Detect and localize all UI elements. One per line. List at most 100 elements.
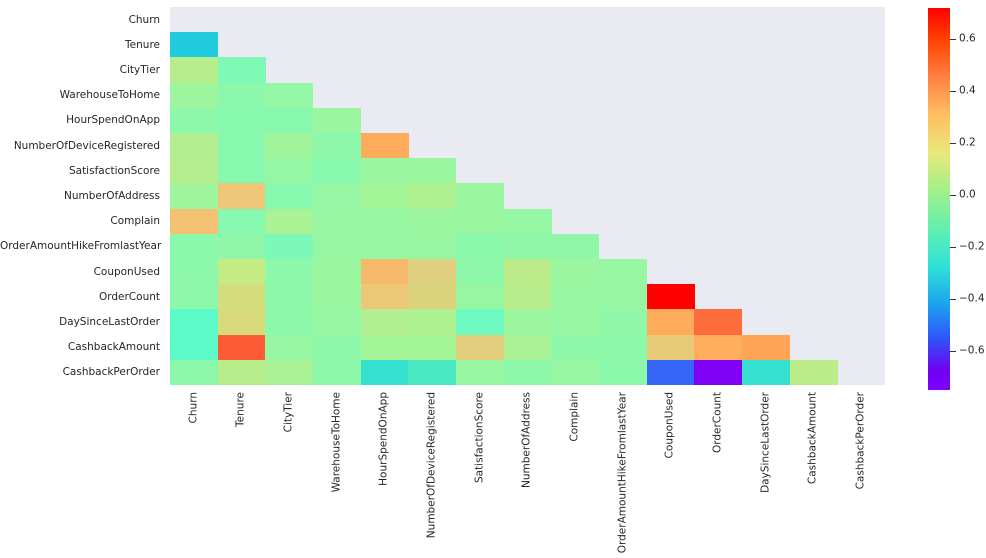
x-axis-tick-label-wrap: NumberOfDeviceRegistered [408,388,456,548]
x-axis-tick-label: CityTier [282,392,295,433]
x-axis-tick-label: SatisfactionScore [473,392,486,484]
heatmap-cell [551,284,600,310]
y-axis-tick-label: CityTier [119,64,160,76]
heatmap-plot-area [170,7,885,386]
heatmap-cell [646,359,695,386]
colorbar-tick-mark [950,247,956,249]
heatmap-cell [408,309,457,336]
heatmap-cell [599,309,648,336]
heatmap-cell [408,183,457,210]
colorbar-gradient [928,8,950,390]
y-axis-tick-label: CouponUsed [93,265,160,278]
y-axis-tick-label: OrderCount [98,290,160,303]
x-axis-tick-label-wrap: CashbackPerOrder [837,388,885,548]
heatmap-cell [313,309,362,336]
heatmap-cell [170,359,219,386]
heatmap-cell [170,82,219,109]
heatmap-cell [360,183,409,210]
heatmap-cell [217,208,266,235]
x-axis-tick-label: OrderAmountHikeFromlastYear [616,392,629,554]
x-axis-tick-label-wrap: OrderCount [694,388,742,548]
colorbar-tick-mark [950,299,956,301]
heatmap-cell [456,334,505,361]
heatmap-cell [217,133,266,159]
x-axis-tick-label: OrderCount [711,392,724,454]
heatmap-cell [646,334,695,361]
heatmap-cell [170,233,219,260]
heatmap-cell [170,107,219,134]
colorbar-tick-mark [950,195,956,197]
y-axis-tick-label: Complain [110,215,160,228]
heatmap-cell [265,259,314,285]
heatmap-cell [313,183,362,210]
x-axis-tick-label: CashbackAmount [806,392,819,485]
heatmap-cell [217,259,266,285]
heatmap-cell [170,259,219,285]
heatmap-cell [265,107,314,134]
x-axis-tick-label-wrap: CouponUsed [647,388,695,548]
heatmap-cell [408,233,457,260]
heatmap-figure: Churn Tenure CityTier WarehouseToHome HourSp… [0,0,986,558]
heatmap-cell [503,208,552,235]
heatmap-cell [503,334,552,361]
heatmap-cell [217,233,266,260]
heatmap-cell [551,233,600,260]
y-axis-tick-label: DaySinceLastOrder [59,316,160,328]
heatmap-cell [170,32,219,58]
heatmap-cell [408,359,457,386]
heatmap-cell [217,82,266,109]
heatmap-cell [360,334,409,361]
heatmap-cell [217,359,266,386]
heatmap-cell [170,309,219,336]
y-axis-tick-label: WarehouseToHome [59,89,160,102]
heatmap-cell [170,57,219,84]
heatmap-cell [170,208,219,235]
heatmap-cell [360,259,409,285]
x-axis-tick-label-wrap: Tenure [218,388,266,548]
y-axis-tick-labels: Churn Tenure CityTier WarehouseToHome HourSp… [0,7,165,385]
heatmap-cell [217,183,266,210]
x-axis-tick-labels: Churn Tenure CityTier WarehouseToHome HourSp… [170,388,885,553]
x-axis-tick-label-wrap: DaySinceLastOrder [742,388,790,548]
x-axis-tick-label: Complain [568,392,581,442]
y-axis-tick-label: CashbackAmount [67,341,160,354]
y-axis-tick-label: Churn [128,13,160,26]
heatmap-cell [408,334,457,361]
x-axis-tick-label: DaySinceLastOrder [759,392,772,493]
heatmap-cell [646,284,695,310]
heatmap-cell [265,334,314,361]
colorbar-tick-label: 0.6 [959,32,976,45]
heatmap-cell [503,309,552,336]
heatmap-cell [408,208,457,235]
heatmap-cell [456,208,505,235]
heatmap-cell [313,259,362,285]
colorbar-tick-label: −0.4 [959,292,985,305]
colorbar-tick-mark [950,39,956,41]
x-axis-tick-label-wrap: Churn [170,388,218,548]
x-axis-tick-label-wrap: WarehouseToHome [313,388,361,548]
heatmap-cell [694,309,743,336]
y-axis-tick-label: NumberOfDeviceRegistered [13,139,160,152]
x-axis-tick-label: Tenure [234,392,247,427]
heatmap-cell [456,259,505,285]
y-axis-tick-label: HourSpendOnApp [66,114,160,127]
heatmap-cell [170,158,219,184]
y-axis-tick-label: NumberOfAddress [64,190,160,202]
x-axis-tick-label-wrap: SatisfactionScore [456,388,504,548]
heatmap-cell [217,309,266,336]
heatmap-cell [217,158,266,184]
heatmap-cell [456,233,505,260]
heatmap-cell [456,284,505,310]
y-axis-tick-label: Tenure [125,38,160,51]
heatmap-cell [313,208,362,235]
heatmap-cell [503,284,552,310]
colorbar-tick-label: 0.0 [959,188,976,201]
heatmap-cell [265,208,314,235]
y-axis-tick-label: OrderAmountHikeFromlastYear [0,240,162,253]
x-axis-tick-label-wrap: OrderAmountHikeFromlastYear [599,388,647,553]
x-axis-tick-label: WarehouseToHome [330,392,343,493]
heatmap-cell [408,259,457,285]
heatmap-cell [170,183,219,210]
heatmap-cell [313,334,362,361]
x-axis-tick-label-wrap: CashbackAmount [790,388,838,548]
